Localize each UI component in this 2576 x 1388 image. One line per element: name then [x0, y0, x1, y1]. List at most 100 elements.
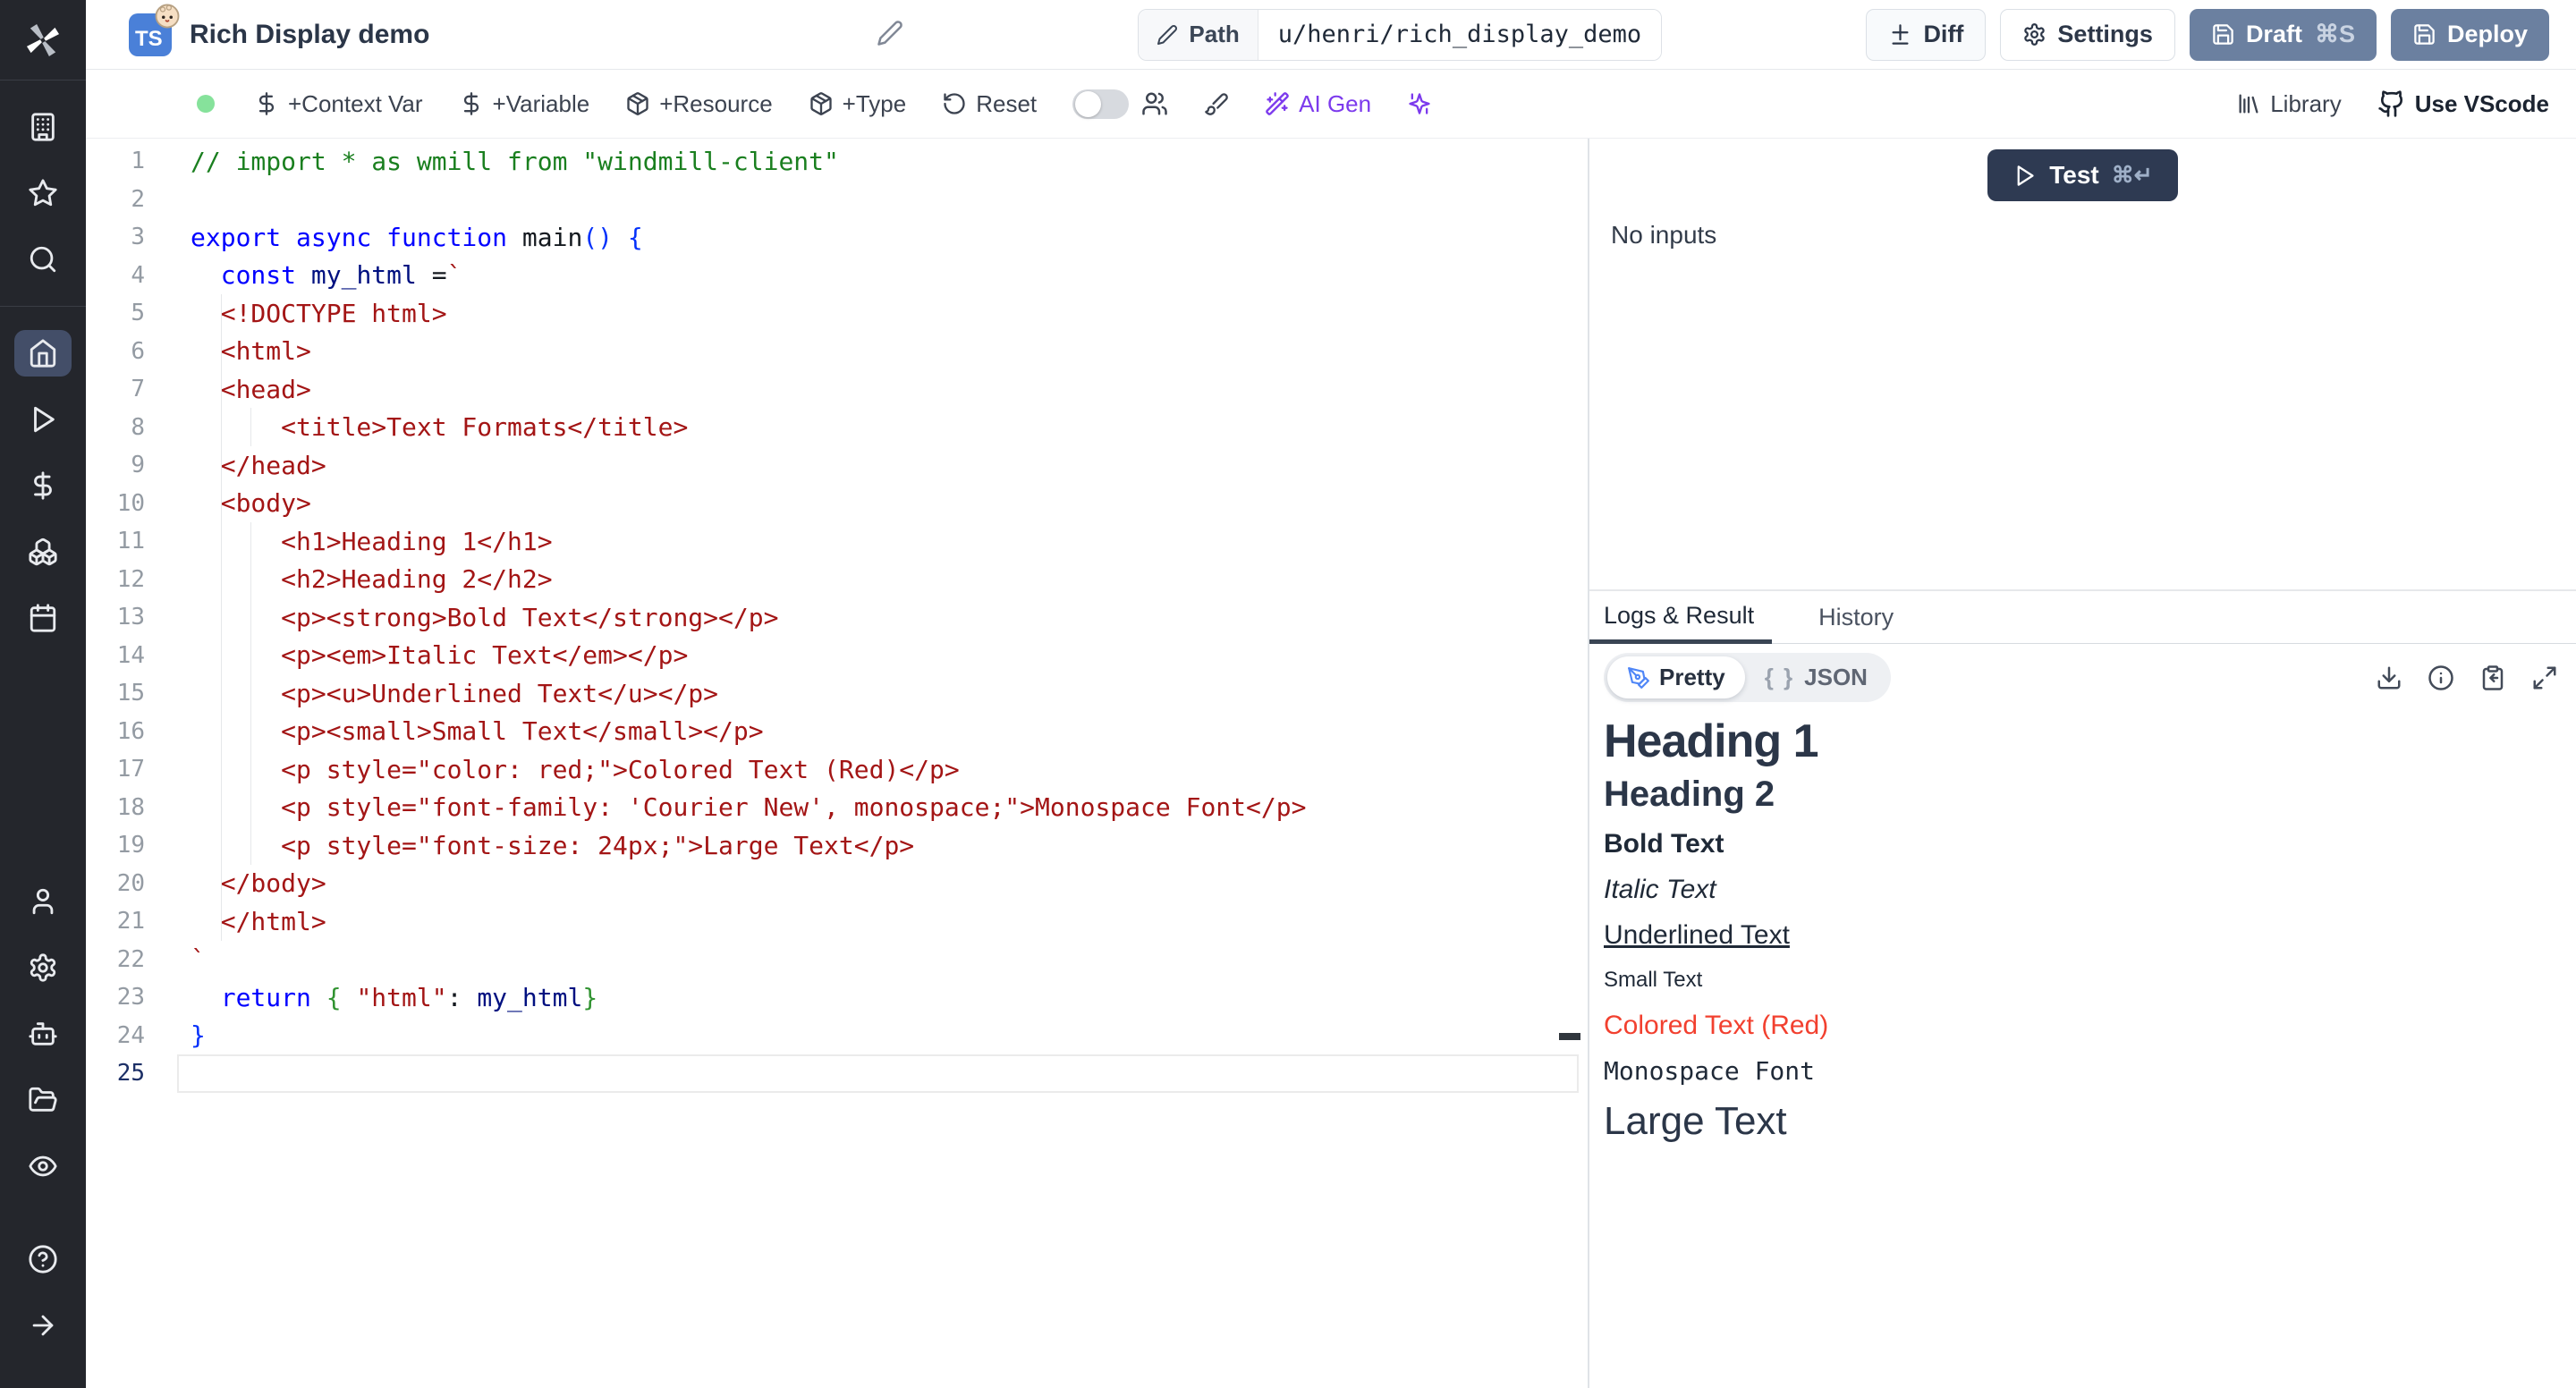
download-icon[interactable]	[2376, 664, 2402, 691]
ai-suggest-button[interactable]	[1407, 91, 1432, 116]
view-json-option[interactable]: { } JSON	[1745, 656, 1887, 698]
path-label-text: Path	[1189, 21, 1239, 48]
deploy-button[interactable]: Deploy	[2391, 9, 2549, 61]
code-line-3[interactable]: 3 export async function main() {	[86, 218, 1588, 257]
package-icon	[625, 91, 650, 116]
tab-logs-result[interactable]: Logs & Result	[1589, 591, 1772, 644]
gear-icon	[2022, 22, 2046, 47]
sidebar-item-help[interactable]	[14, 1236, 72, 1282]
view-pretty-option[interactable]: Pretty	[1607, 656, 1745, 698]
sidebar-collapse-button[interactable]	[14, 1302, 72, 1349]
diff-button[interactable]: Diff	[1866, 9, 1986, 61]
code-editor[interactable]: 1// import * as wmill from "windmill-cli…	[86, 139, 1589, 1388]
pen-tool-icon	[1627, 666, 1650, 690]
line-number: 21	[86, 908, 145, 935]
sidebar-item-audit-logs[interactable]	[14, 1143, 72, 1189]
line-number: 13	[86, 604, 145, 631]
result-line-bold: Bold Text	[1604, 829, 2562, 859]
code-line-18[interactable]: 18 <p style="font-family: 'Courier New',…	[86, 789, 1588, 827]
sidebar-item-resources[interactable]	[14, 529, 72, 575]
calendar-icon	[28, 603, 58, 633]
line-number: 22	[86, 946, 145, 973]
draft-button[interactable]: Draft ⌘S	[2190, 9, 2377, 61]
code-line-21[interactable]: 21 </html>	[86, 902, 1588, 941]
code-line-2[interactable]: 2	[86, 181, 1588, 219]
code-line-22[interactable]: 22`	[86, 941, 1588, 979]
add-resource-label: +Resource	[659, 90, 772, 118]
eye-icon	[28, 1151, 58, 1181]
code-line-15[interactable]: 15 <p><u>Underlined Text</u></p>	[86, 674, 1588, 713]
add-context-var-label: +Context Var	[288, 90, 423, 118]
sidebar-item-folders[interactable]	[14, 1077, 72, 1123]
code-line-25[interactable]: 25	[86, 1054, 1588, 1093]
collab-group	[1072, 89, 1168, 119]
add-resource-button[interactable]: +Resource	[625, 90, 772, 118]
clipboard-copy-icon[interactable]	[2479, 664, 2506, 691]
line-number: 17	[86, 756, 145, 783]
code-line-12[interactable]: 12 <h2>Heading 2</h2>	[86, 561, 1588, 599]
code-line-14[interactable]: 14 <p><em>Italic Text</em></p>	[86, 637, 1588, 675]
settings-button[interactable]: Settings	[2000, 9, 2175, 61]
code-line-19[interactable]: 19 <p style="font-size: 24px;">Large Tex…	[86, 826, 1588, 865]
code-text: <p><strong>Bold Text</strong></p>	[191, 603, 778, 632]
test-button[interactable]: Test ⌘↵	[1987, 149, 2177, 201]
sidebar-item-search[interactable]	[14, 236, 72, 283]
sidebar-item-workspace[interactable]	[14, 104, 72, 150]
path-value[interactable]: u/henri/rich_display_demo	[1258, 10, 1661, 60]
code-text: <body>	[191, 488, 311, 518]
add-type-button[interactable]: +Type	[809, 90, 907, 118]
wand-icon	[1265, 91, 1290, 116]
path-field[interactable]: Path u/henri/rich_display_demo	[1138, 9, 1662, 61]
use-vscode-label: Use VScode	[2415, 90, 2549, 118]
code-line-20[interactable]: 20 </body>	[86, 865, 1588, 903]
code-text: export async function main() {	[191, 223, 643, 252]
windmill-logo[interactable]	[0, 0, 86, 80]
sidebar-item-favorites[interactable]	[14, 170, 72, 216]
code-text: <p><em>Italic Text</em></p>	[191, 640, 688, 670]
collab-toggle[interactable]	[1072, 89, 1129, 119]
library-button[interactable]: Library	[2236, 90, 2341, 118]
code-line-5[interactable]: 5 <!DOCTYPE html>	[86, 294, 1588, 333]
code-line-10[interactable]: 10 <body>	[86, 485, 1588, 523]
code-text: <h2>Heading 2</h2>	[191, 564, 553, 594]
add-context-var-button[interactable]: +Context Var	[254, 90, 423, 118]
sidebar-item-schedules[interactable]	[14, 595, 72, 641]
ai-gen-button[interactable]: AI Gen	[1265, 90, 1371, 118]
sidebar-item-settings[interactable]	[14, 944, 72, 991]
sidebar-item-variables[interactable]	[14, 462, 72, 509]
code-line-13[interactable]: 13 <p><strong>Bold Text</strong></p>	[86, 598, 1588, 637]
code-line-17[interactable]: 17 <p style="color: red;">Colored Text (…	[86, 750, 1588, 789]
result-tabs: Logs & Result History	[1589, 589, 2576, 644]
code-line-9[interactable]: 9 </head>	[86, 446, 1588, 485]
code-line-8[interactable]: 8 <title>Text Formats</title>	[86, 409, 1588, 447]
code-line-7[interactable]: 7 <head>	[86, 370, 1588, 409]
code-line-23[interactable]: 23 return { "html": my_html}	[86, 978, 1588, 1017]
expand-icon[interactable]	[2531, 664, 2558, 691]
code-line-4[interactable]: 4 const my_html =`	[86, 257, 1588, 295]
reset-label: Reset	[976, 90, 1037, 118]
format-button[interactable]	[1204, 91, 1229, 116]
sidebar-item-workers[interactable]	[14, 1011, 72, 1057]
use-vscode-button[interactable]: Use VScode	[2377, 89, 2549, 118]
braces-icon: { }	[1765, 664, 1795, 691]
add-variable-button[interactable]: +Variable	[459, 90, 590, 118]
edit-title-button[interactable]	[877, 20, 903, 49]
code-line-16[interactable]: 16 <p><small>Small Text</small></p>	[86, 713, 1588, 751]
line-number: 20	[86, 870, 145, 897]
sidebar-item-users[interactable]	[14, 878, 72, 925]
result-view-switch: Pretty { } JSON	[1604, 653, 1891, 702]
line-number: 14	[86, 642, 145, 669]
sidebar-item-runs[interactable]	[14, 396, 72, 443]
test-button-label: Test	[2049, 161, 2099, 190]
line-number: 3	[86, 224, 145, 250]
reset-button[interactable]: Reset	[942, 90, 1037, 118]
tab-history[interactable]: History	[1804, 591, 1911, 644]
code-line-24[interactable]: 24}	[86, 1017, 1588, 1055]
deploy-button-label: Deploy	[2447, 21, 2528, 48]
sidebar-item-home[interactable]	[14, 330, 72, 377]
code-line-11[interactable]: 11 <h1>Heading 1</h1>	[86, 522, 1588, 561]
code-line-1[interactable]: 1// import * as wmill from "windmill-cli…	[86, 142, 1588, 181]
result-line-h2: Heading 2	[1604, 774, 2562, 815]
code-line-6[interactable]: 6 <html>	[86, 333, 1588, 371]
info-icon[interactable]	[2428, 664, 2454, 691]
